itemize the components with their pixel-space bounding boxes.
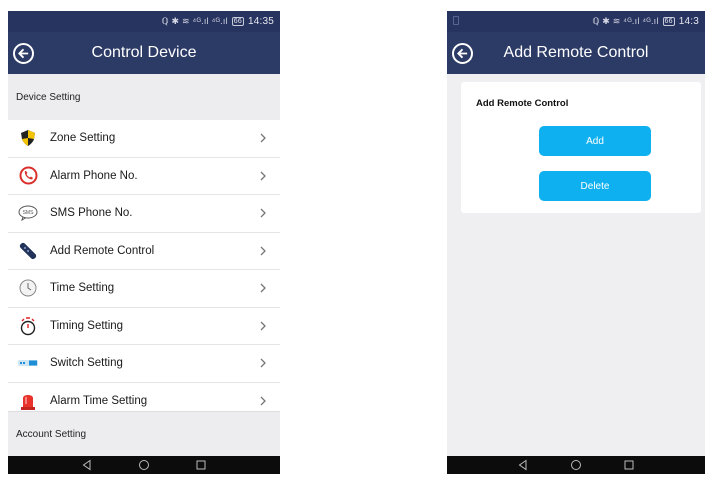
menu-item-label: Switch Setting bbox=[50, 357, 123, 370]
clock-time: 14:35 bbox=[247, 16, 274, 27]
menu-item-label: Timing Setting bbox=[50, 319, 124, 332]
nav-recents-icon[interactable] bbox=[623, 459, 635, 471]
delete-button[interactable]: Delete bbox=[539, 171, 651, 201]
battery-level: 66 bbox=[231, 17, 244, 26]
menu-item-sms-phone[interactable]: SMS SMS Phone No. bbox=[8, 195, 280, 233]
menu-item-switch-setting[interactable]: Switch Setting bbox=[8, 345, 280, 383]
sms-icon: SMS bbox=[18, 203, 38, 223]
remote-control-icon bbox=[18, 241, 38, 261]
status-icons: ℚ ✱ ≋ ⁴ᴳ.ıl ⁴ᴳ.ıl bbox=[161, 16, 228, 26]
menu-item-label: SMS Phone No. bbox=[50, 207, 133, 220]
chevron-right-icon bbox=[260, 321, 266, 330]
back-arrow-icon bbox=[457, 48, 468, 59]
menu-item-label: Time Setting bbox=[50, 282, 115, 295]
settings-menu: Zone Setting Alarm Phone No. SMS SMS Pho… bbox=[8, 120, 280, 420]
nav-back-icon[interactable] bbox=[81, 459, 93, 471]
battery-level: 66 bbox=[662, 17, 675, 26]
menu-item-label: Add Remote Control bbox=[50, 244, 155, 257]
menu-item-timing-setting[interactable]: Timing Setting bbox=[8, 307, 280, 345]
chevron-right-icon bbox=[260, 208, 266, 218]
chevron-right-icon bbox=[260, 283, 266, 293]
menu-item-label: Alarm Phone No. bbox=[50, 169, 138, 182]
back-arrow-icon bbox=[18, 48, 29, 59]
zone-shield-icon bbox=[18, 128, 38, 148]
nav-home-icon[interactable] bbox=[570, 459, 582, 471]
android-nav-bar bbox=[8, 456, 280, 474]
title-bar: Add Remote Control bbox=[447, 32, 705, 74]
siren-icon bbox=[18, 391, 38, 411]
svg-text:SMS: SMS bbox=[23, 210, 35, 216]
page-title: Control Device bbox=[91, 44, 197, 61]
menu-item-alarm-phone[interactable]: Alarm Phone No. bbox=[8, 157, 280, 195]
notification-icon bbox=[453, 16, 459, 25]
menu-item-add-remote[interactable]: Add Remote Control bbox=[8, 232, 280, 270]
menu-item-label: Zone Setting bbox=[50, 132, 116, 145]
phone-icon bbox=[18, 166, 38, 186]
title-bar: Control Device bbox=[8, 32, 280, 74]
remote-control-card: Add Remote Control Add Delete bbox=[461, 82, 701, 213]
page-title: Add Remote Control bbox=[503, 44, 649, 61]
back-button[interactable] bbox=[13, 43, 34, 64]
add-remote-control-screen: ℚ ✱ ≋ ⁴ᴳ.ıl ⁴ᴳ.ıl 66 14:3 Add Remote Con… bbox=[447, 11, 705, 474]
chevron-right-icon bbox=[260, 171, 266, 180]
android-nav-bar bbox=[447, 456, 705, 474]
chevron-right-icon bbox=[260, 396, 266, 405]
section-device-setting: Device Setting bbox=[8, 74, 280, 120]
chevron-right-icon bbox=[260, 133, 266, 143]
add-button[interactable]: Add bbox=[539, 126, 651, 156]
clock-icon bbox=[18, 278, 38, 298]
menu-item-zone-setting[interactable]: Zone Setting bbox=[8, 120, 280, 158]
nav-recents-icon[interactable] bbox=[195, 459, 207, 471]
switch-icon bbox=[18, 353, 38, 373]
nav-back-icon[interactable] bbox=[517, 459, 529, 471]
chevron-right-icon bbox=[260, 246, 266, 255]
menu-item-label: Alarm Time Setting bbox=[50, 394, 148, 407]
nav-home-icon[interactable] bbox=[138, 459, 150, 471]
card-title: Add Remote Control bbox=[476, 98, 569, 109]
status-icons: ℚ ✱ ≋ ⁴ᴳ.ıl ⁴ᴳ.ıl bbox=[592, 16, 659, 26]
chevron-right-icon bbox=[260, 358, 266, 368]
stopwatch-icon bbox=[18, 316, 38, 336]
menu-item-time-setting[interactable]: Time Setting bbox=[8, 270, 280, 308]
back-button[interactable] bbox=[452, 43, 473, 64]
section-account-setting: Account Setting bbox=[8, 411, 280, 457]
control-device-screen: ℚ ✱ ≋ ⁴ᴳ.ıl ⁴ᴳ.ıl 66 14:35 Control Devic… bbox=[8, 11, 280, 474]
status-bar: ℚ ✱ ≋ ⁴ᴳ.ıl ⁴ᴳ.ıl 66 14:35 bbox=[8, 11, 280, 32]
clock-time: 14:3 bbox=[678, 16, 699, 27]
status-bar: ℚ ✱ ≋ ⁴ᴳ.ıl ⁴ᴳ.ıl 66 14:3 bbox=[447, 11, 705, 32]
